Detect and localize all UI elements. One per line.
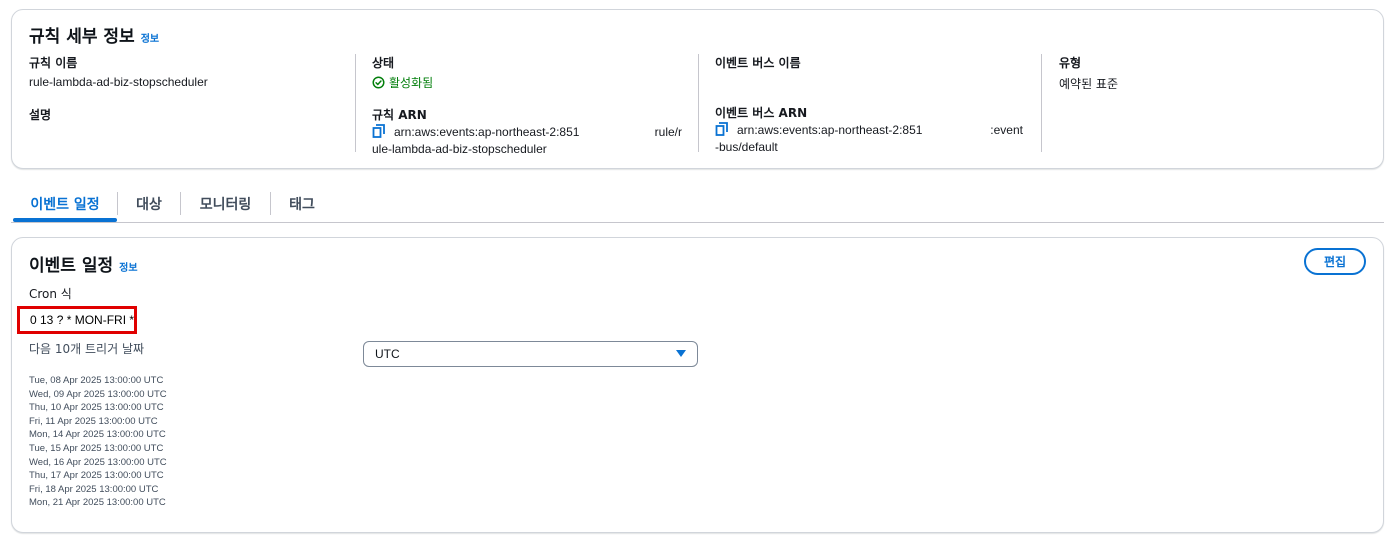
tab-bar: 이벤트 일정 대상 모니터링 태그 xyxy=(11,186,1384,223)
rule-details-panel: 규칙 세부 정보 정보 규칙 이름 rule-lambda-ad-biz-stop… xyxy=(11,9,1384,169)
timezone-selected-value: UTC xyxy=(375,347,400,361)
rule-arn-line2: ule-lambda-ad-biz-stopscheduler xyxy=(372,142,547,156)
next-trigger-dates-label: 다음 10개 트리거 날짜 xyxy=(29,342,145,356)
event-schedule-panel: 이벤트 일정 정보 편집 Cron 식 0 13 ? * MON-FRI * 다음… xyxy=(11,237,1384,533)
panel-title: 규칙 세부 정보 정보 xyxy=(29,22,159,47)
rule-name-label: 규칙 이름 xyxy=(29,56,78,70)
event-bus-arn-line2: -bus/default xyxy=(715,140,778,154)
trigger-date: Thu, 10 Apr 2025 13:00:00 UTC xyxy=(29,402,164,414)
column-divider xyxy=(698,54,699,152)
description-label: 설명 xyxy=(29,108,52,122)
edit-button[interactable]: 편집 xyxy=(1304,248,1366,275)
trigger-date: Mon, 14 Apr 2025 13:00:00 UTC xyxy=(29,429,166,441)
caret-down-icon xyxy=(676,350,686,357)
event-bus-arn-line1: arn:aws:events:ap-northeast-2:851 xyxy=(737,123,923,137)
status-badge: 활성화됨 xyxy=(372,74,692,91)
info-link[interactable]: 정보 xyxy=(141,34,159,45)
copy-icon[interactable] xyxy=(372,124,386,138)
status-text: 활성화됨 xyxy=(389,76,434,90)
trigger-date: Tue, 15 Apr 2025 13:00:00 UTC xyxy=(29,442,164,454)
event-bus-arn-value: arn:aws:events:ap-northeast-2:851:event … xyxy=(715,122,1023,156)
tab-monitoring[interactable]: 모니터링 xyxy=(181,186,270,222)
trigger-date: Wed, 16 Apr 2025 13:00:00 UTC xyxy=(29,456,167,468)
rule-arn-line1: arn:aws:events:ap-northeast-2:851 xyxy=(394,125,580,139)
event-schedule-title: 이벤트 일정 xyxy=(29,256,114,276)
check-circle-icon xyxy=(372,76,385,89)
rule-name-value: rule-lambda-ad-biz-stopscheduler xyxy=(29,75,208,89)
trigger-dates-list: Tue, 08 Apr 2025 13:00:00 UTC Wed, 09 Ap… xyxy=(29,374,167,510)
trigger-date: Fri, 11 Apr 2025 13:00:00 UTC xyxy=(29,415,158,427)
column-divider xyxy=(1041,54,1042,152)
event-bus-column: 이벤트 버스 이름 이벤트 버스 ARN arn:aws:events:ap-n… xyxy=(715,54,1025,156)
rule-arn-label: 규칙 ARN xyxy=(372,108,427,122)
tab-event-schedule[interactable]: 이벤트 일정 xyxy=(13,186,117,222)
status-label: 상태 xyxy=(372,56,395,70)
trigger-date: Thu, 17 Apr 2025 13:00:00 UTC xyxy=(29,470,164,482)
cron-expression-label: Cron 식 xyxy=(29,287,72,301)
trigger-date: Tue, 08 Apr 2025 13:00:00 UTC xyxy=(29,375,164,386)
info-link[interactable]: 정보 xyxy=(119,263,137,274)
type-label: 유형 xyxy=(1059,56,1082,70)
event-bus-name-label: 이벤트 버스 이름 xyxy=(715,56,801,70)
event-bus-arn-label: 이벤트 버스 ARN xyxy=(715,106,808,120)
event-bus-arn-line1-suffix: :event xyxy=(990,123,1023,137)
status-column: 상태 활성화됨 규칙 ARN arn:aws:events:ap-northea… xyxy=(372,54,692,158)
rule-arn-line1-suffix: rule/r xyxy=(654,125,682,139)
rule-name-column: 규칙 이름 rule-lambda-ad-biz-stopscheduler 설… xyxy=(29,54,349,123)
panel-title: 이벤트 일정 정보 xyxy=(29,251,138,276)
copy-icon[interactable] xyxy=(715,122,729,136)
trigger-date: Mon, 21 Apr 2025 13:00:00 UTC xyxy=(29,497,166,509)
tab-tags[interactable]: 태그 xyxy=(271,186,333,222)
trigger-date: Fri, 18 Apr 2025 13:00:00 UTC xyxy=(29,483,159,495)
rule-details-title: 규칙 세부 정보 xyxy=(29,27,135,47)
active-tab-indicator xyxy=(13,218,117,222)
timezone-select[interactable]: UTC xyxy=(363,341,698,367)
column-divider xyxy=(355,54,356,152)
rule-arn-value: arn:aws:events:ap-northeast-2:851 rule/r … xyxy=(372,124,682,158)
type-column: 유형 예약된 표준 xyxy=(1059,54,1359,92)
trigger-date: Wed, 09 Apr 2025 13:00:00 UTC xyxy=(29,388,167,400)
cron-expression-value: 0 13 ? * MON-FRI * xyxy=(17,306,137,334)
type-value: 예약된 표준 xyxy=(1059,77,1119,91)
tab-targets[interactable]: 대상 xyxy=(118,186,180,222)
